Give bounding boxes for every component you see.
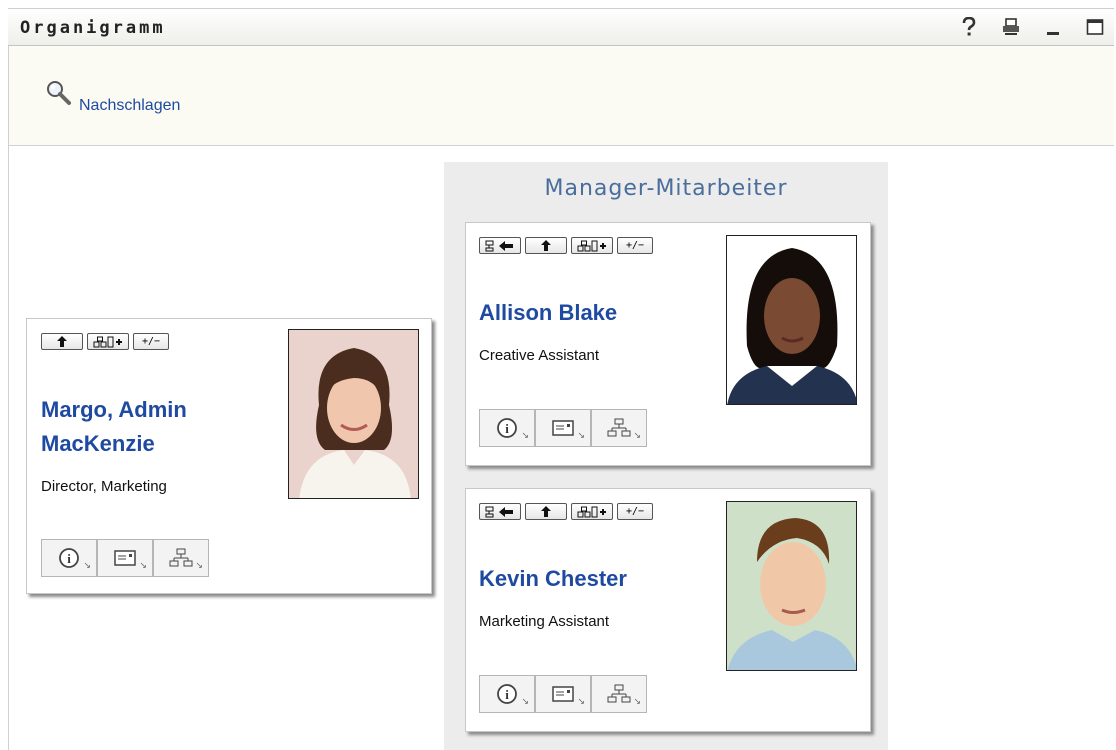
up-arrow-button[interactable]	[41, 333, 83, 350]
employee-card: +/− Allison Blake Creative Assistant i ↘…	[465, 222, 871, 466]
go-to-manager-icon	[485, 240, 513, 251]
employee-job-title: Creative Assistant	[479, 347, 600, 364]
employee-job-title: Marketing Assistant	[479, 613, 610, 630]
up-arrow-button[interactable]	[525, 237, 567, 254]
dropdown-arrow-icon: ↘	[521, 697, 529, 707]
org-chart-icon	[607, 684, 631, 703]
dropdown-arrow-icon: ↘	[195, 561, 203, 571]
svg-text:i: i	[505, 421, 509, 436]
dropdown-arrow-icon: ↘	[521, 431, 529, 441]
email-button[interactable]: ↘	[97, 539, 153, 577]
up-arrow-icon	[541, 240, 551, 251]
org-chart-button[interactable]: ↘	[591, 409, 647, 447]
maximize-icon[interactable]	[1084, 15, 1106, 39]
email-card-icon	[552, 686, 574, 702]
up-arrow-icon	[541, 506, 551, 517]
email-button[interactable]: ↘	[535, 409, 591, 447]
toggle-details-button[interactable]: +/−	[617, 237, 653, 254]
expand-reports-icon	[577, 240, 606, 251]
expand-reports-icon	[577, 506, 606, 517]
manager-card: +/− Margo, Admin MacKenzie Director, Mar…	[26, 318, 432, 594]
manager-name[interactable]: Margo, Admin MacKenzie	[41, 393, 187, 461]
employee-photo	[726, 235, 857, 405]
info-icon: i	[497, 684, 517, 704]
expand-reports-icon	[93, 336, 122, 347]
window-titlebar: Organigramm	[8, 8, 1114, 46]
up-arrow-button[interactable]	[525, 503, 567, 520]
info-icon: i	[59, 548, 79, 568]
window-title: Organigramm	[20, 18, 166, 38]
expand-reports-button[interactable]	[571, 237, 613, 254]
email-card-icon	[552, 420, 574, 436]
org-chart-button[interactable]: ↘	[153, 539, 209, 577]
dropdown-arrow-icon: ↘	[633, 697, 641, 707]
toggle-plus-minus-icon: +/−	[625, 240, 645, 251]
svg-text:i: i	[505, 687, 509, 702]
dropdown-arrow-icon: ↘	[577, 431, 585, 441]
svg-text:i: i	[67, 551, 71, 566]
window-left-border	[8, 46, 9, 750]
toggle-details-button[interactable]: +/−	[617, 503, 653, 520]
lookup-label[interactable]: Nachschlagen	[79, 97, 180, 115]
employee-name[interactable]: Kevin Chester	[479, 562, 627, 596]
email-card-icon	[114, 550, 136, 566]
employee-name[interactable]: Allison Blake	[479, 296, 617, 330]
go-to-manager-icon	[485, 506, 513, 517]
manager-photo	[288, 329, 419, 499]
manager-nav-buttons: +/−	[41, 333, 169, 350]
window-controls	[958, 15, 1106, 39]
panel-title: Manager-Mitarbeiter	[544, 176, 788, 201]
dropdown-arrow-icon: ↘	[577, 697, 585, 707]
toggle-details-button[interactable]: +/−	[133, 333, 169, 350]
info-button[interactable]: i ↘	[479, 675, 535, 713]
go-to-manager-button[interactable]	[479, 237, 521, 254]
lookup-link[interactable]: Nachschlagen	[45, 79, 180, 114]
employee-nav-buttons: +/−	[479, 237, 653, 254]
magnifier-icon	[47, 81, 71, 105]
toggle-plus-minus-icon: +/−	[625, 506, 645, 517]
manager-action-buttons: i ↘ ↘ ↘	[41, 539, 209, 577]
employee-photo	[726, 501, 857, 671]
go-to-manager-button[interactable]	[479, 503, 521, 520]
toggle-plus-minus-icon: +/−	[141, 336, 161, 347]
print-icon[interactable]	[1000, 15, 1022, 39]
expand-reports-button[interactable]	[87, 333, 129, 350]
up-arrow-icon	[57, 336, 67, 347]
email-button[interactable]: ↘	[535, 675, 591, 713]
dropdown-arrow-icon: ↘	[83, 561, 91, 571]
info-icon: i	[497, 418, 517, 438]
help-icon[interactable]	[958, 15, 980, 39]
dropdown-arrow-icon: ↘	[633, 431, 641, 441]
minimize-icon[interactable]	[1042, 15, 1064, 39]
org-chart-icon	[169, 548, 193, 567]
employee-action-buttons: i ↘ ↘ ↘	[479, 409, 647, 447]
org-chart-button[interactable]: ↘	[591, 675, 647, 713]
lookup-toolbar: Nachschlagen	[9, 46, 1114, 146]
org-chart-icon	[607, 418, 631, 437]
dropdown-arrow-icon: ↘	[139, 561, 147, 571]
expand-reports-button[interactable]	[571, 503, 613, 520]
info-button[interactable]: i ↘	[41, 539, 97, 577]
info-button[interactable]: i ↘	[479, 409, 535, 447]
employee-card: +/− Kevin Chester Marketing Assistant i …	[465, 488, 871, 732]
employee-action-buttons: i ↘ ↘ ↘	[479, 675, 647, 713]
manager-job-title: Director, Marketing	[41, 478, 167, 495]
employee-nav-buttons: +/−	[479, 503, 653, 520]
